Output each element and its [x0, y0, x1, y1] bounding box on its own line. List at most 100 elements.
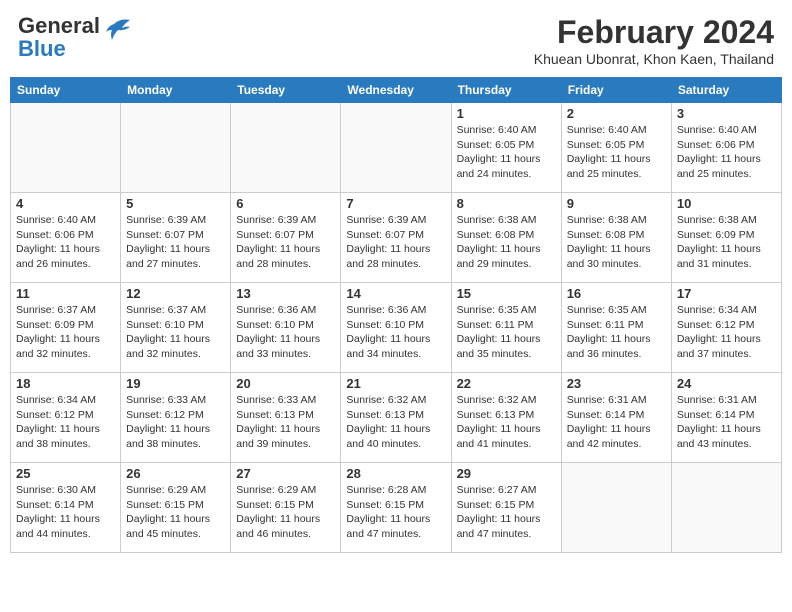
- day-info: Sunrise: 6:27 AM Sunset: 6:15 PM Dayligh…: [457, 483, 556, 542]
- weekday-header: Saturday: [671, 78, 781, 103]
- weekday-header: Tuesday: [231, 78, 341, 103]
- day-number: 29: [457, 466, 556, 481]
- weekday-header: Sunday: [11, 78, 121, 103]
- calendar-header-row: SundayMondayTuesdayWednesdayThursdayFrid…: [11, 78, 782, 103]
- calendar-cell: [231, 103, 341, 193]
- day-info: Sunrise: 6:37 AM Sunset: 6:10 PM Dayligh…: [126, 303, 225, 362]
- day-number: 8: [457, 196, 556, 211]
- day-number: 5: [126, 196, 225, 211]
- calendar-cell: 4 Sunrise: 6:40 AM Sunset: 6:06 PM Daylig…: [11, 193, 121, 283]
- day-info: Sunrise: 6:32 AM Sunset: 6:13 PM Dayligh…: [346, 393, 445, 452]
- day-number: 2: [567, 106, 666, 121]
- day-number: 26: [126, 466, 225, 481]
- day-number: 11: [16, 286, 115, 301]
- calendar-cell: 26 Sunrise: 6:29 AM Sunset: 6:15 PM Dayli…: [121, 463, 231, 553]
- day-info: Sunrise: 6:29 AM Sunset: 6:15 PM Dayligh…: [126, 483, 225, 542]
- day-info: Sunrise: 6:35 AM Sunset: 6:11 PM Dayligh…: [567, 303, 666, 362]
- calendar-cell: 25Sunrise: 6:30 AM Sunset: 6:14 PM Dayli…: [11, 463, 121, 553]
- calendar-cell: 12 Sunrise: 6:37 AM Sunset: 6:10 PM Dayli…: [121, 283, 231, 373]
- day-number: 20: [236, 376, 335, 391]
- logo-general: General: [18, 14, 100, 37]
- logo-bird-icon: [104, 16, 132, 48]
- day-info: Sunrise: 6:29 AM Sunset: 6:15 PM Dayligh…: [236, 483, 335, 542]
- day-info: Sunrise: 6:35 AM Sunset: 6:11 PM Dayligh…: [457, 303, 556, 362]
- calendar-cell: [561, 463, 671, 553]
- weekday-header: Monday: [121, 78, 231, 103]
- calendar-cell: 27 Sunrise: 6:29 AM Sunset: 6:15 PM Dayli…: [231, 463, 341, 553]
- day-number: 10: [677, 196, 776, 211]
- day-info: Sunrise: 6:39 AM Sunset: 6:07 PM Dayligh…: [126, 213, 225, 272]
- calendar-week-row: 25Sunrise: 6:30 AM Sunset: 6:14 PM Dayli…: [11, 463, 782, 553]
- day-number: 28: [346, 466, 445, 481]
- day-info: Sunrise: 6:33 AM Sunset: 6:12 PM Dayligh…: [126, 393, 225, 452]
- day-number: 21: [346, 376, 445, 391]
- day-info: Sunrise: 6:40 AM Sunset: 6:06 PM Dayligh…: [16, 213, 115, 272]
- calendar-cell: 7 Sunrise: 6:39 AM Sunset: 6:07 PM Daylig…: [341, 193, 451, 283]
- calendar-cell: 22 Sunrise: 6:32 AM Sunset: 6:13 PM Dayli…: [451, 373, 561, 463]
- day-number: 25: [16, 466, 115, 481]
- day-info: Sunrise: 6:32 AM Sunset: 6:13 PM Dayligh…: [457, 393, 556, 452]
- day-number: 7: [346, 196, 445, 211]
- calendar-cell: [11, 103, 121, 193]
- calendar-cell: 8 Sunrise: 6:38 AM Sunset: 6:08 PM Daylig…: [451, 193, 561, 283]
- calendar-cell: 18 Sunrise: 6:34 AM Sunset: 6:12 PM Dayli…: [11, 373, 121, 463]
- calendar-cell: 11 Sunrise: 6:37 AM Sunset: 6:09 PM Dayli…: [11, 283, 121, 373]
- calendar-cell: 9 Sunrise: 6:38 AM Sunset: 6:08 PM Daylig…: [561, 193, 671, 283]
- day-number: 4: [16, 196, 115, 211]
- calendar-cell: [671, 463, 781, 553]
- calendar-cell: 29 Sunrise: 6:27 AM Sunset: 6:15 PM Dayli…: [451, 463, 561, 553]
- calendar-cell: [341, 103, 451, 193]
- calendar-table: SundayMondayTuesdayWednesdayThursdayFrid…: [10, 77, 782, 553]
- day-info: Sunrise: 6:37 AM Sunset: 6:09 PM Dayligh…: [16, 303, 115, 362]
- calendar-cell: 5 Sunrise: 6:39 AM Sunset: 6:07 PM Daylig…: [121, 193, 231, 283]
- day-info: Sunrise: 6:40 AM Sunset: 6:05 PM Dayligh…: [567, 123, 666, 182]
- location-subtitle: Khuean Ubonrat, Khon Kaen, Thailand: [534, 51, 774, 67]
- calendar-cell: 17 Sunrise: 6:34 AM Sunset: 6:12 PM Dayli…: [671, 283, 781, 373]
- calendar-cell: 19 Sunrise: 6:33 AM Sunset: 6:12 PM Dayli…: [121, 373, 231, 463]
- day-number: 14: [346, 286, 445, 301]
- day-info: Sunrise: 6:38 AM Sunset: 6:08 PM Dayligh…: [567, 213, 666, 272]
- day-info: Sunrise: 6:28 AM Sunset: 6:15 PM Dayligh…: [346, 483, 445, 542]
- day-info: Sunrise: 6:36 AM Sunset: 6:10 PM Dayligh…: [346, 303, 445, 362]
- day-info: Sunrise: 6:38 AM Sunset: 6:09 PM Dayligh…: [677, 213, 776, 272]
- calendar-cell: 2 Sunrise: 6:40 AM Sunset: 6:05 PM Daylig…: [561, 103, 671, 193]
- calendar-cell: 10 Sunrise: 6:38 AM Sunset: 6:09 PM Dayli…: [671, 193, 781, 283]
- day-number: 17: [677, 286, 776, 301]
- day-info: Sunrise: 6:31 AM Sunset: 6:14 PM Dayligh…: [677, 393, 776, 452]
- day-info: Sunrise: 6:36 AM Sunset: 6:10 PM Dayligh…: [236, 303, 335, 362]
- day-info: Sunrise: 6:33 AM Sunset: 6:13 PM Dayligh…: [236, 393, 335, 452]
- calendar-cell: 6 Sunrise: 6:39 AM Sunset: 6:07 PM Daylig…: [231, 193, 341, 283]
- day-info: Sunrise: 6:40 AM Sunset: 6:06 PM Dayligh…: [677, 123, 776, 182]
- day-info: Sunrise: 6:34 AM Sunset: 6:12 PM Dayligh…: [16, 393, 115, 452]
- day-info: Sunrise: 6:39 AM Sunset: 6:07 PM Dayligh…: [346, 213, 445, 272]
- day-info: Sunrise: 6:39 AM Sunset: 6:07 PM Dayligh…: [236, 213, 335, 272]
- day-number: 6: [236, 196, 335, 211]
- day-info: Sunrise: 6:38 AM Sunset: 6:08 PM Dayligh…: [457, 213, 556, 272]
- day-number: 9: [567, 196, 666, 211]
- calendar-cell: 20 Sunrise: 6:33 AM Sunset: 6:13 PM Dayli…: [231, 373, 341, 463]
- calendar-cell: 3Sunrise: 6:40 AM Sunset: 6:06 PM Daylig…: [671, 103, 781, 193]
- day-number: 19: [126, 376, 225, 391]
- weekday-header: Wednesday: [341, 78, 451, 103]
- calendar-cell: 24 Sunrise: 6:31 AM Sunset: 6:14 PM Dayli…: [671, 373, 781, 463]
- day-number: 16: [567, 286, 666, 301]
- day-number: 12: [126, 286, 225, 301]
- calendar-week-row: 18 Sunrise: 6:34 AM Sunset: 6:12 PM Dayli…: [11, 373, 782, 463]
- logo: General Blue: [18, 14, 132, 60]
- calendar-cell: 14 Sunrise: 6:36 AM Sunset: 6:10 PM Dayli…: [341, 283, 451, 373]
- day-number: 15: [457, 286, 556, 301]
- day-number: 22: [457, 376, 556, 391]
- month-year-title: February 2024: [534, 14, 774, 51]
- calendar-cell: [121, 103, 231, 193]
- day-number: 13: [236, 286, 335, 301]
- weekday-header: Friday: [561, 78, 671, 103]
- day-number: 23: [567, 376, 666, 391]
- calendar-cell: 16 Sunrise: 6:35 AM Sunset: 6:11 PM Dayli…: [561, 283, 671, 373]
- day-number: 27: [236, 466, 335, 481]
- day-info: Sunrise: 6:34 AM Sunset: 6:12 PM Dayligh…: [677, 303, 776, 362]
- day-number: 18: [16, 376, 115, 391]
- calendar-week-row: 4 Sunrise: 6:40 AM Sunset: 6:06 PM Daylig…: [11, 193, 782, 283]
- calendar-cell: 21 Sunrise: 6:32 AM Sunset: 6:13 PM Dayli…: [341, 373, 451, 463]
- calendar-cell: 23Sunrise: 6:31 AM Sunset: 6:14 PM Dayli…: [561, 373, 671, 463]
- day-number: 24: [677, 376, 776, 391]
